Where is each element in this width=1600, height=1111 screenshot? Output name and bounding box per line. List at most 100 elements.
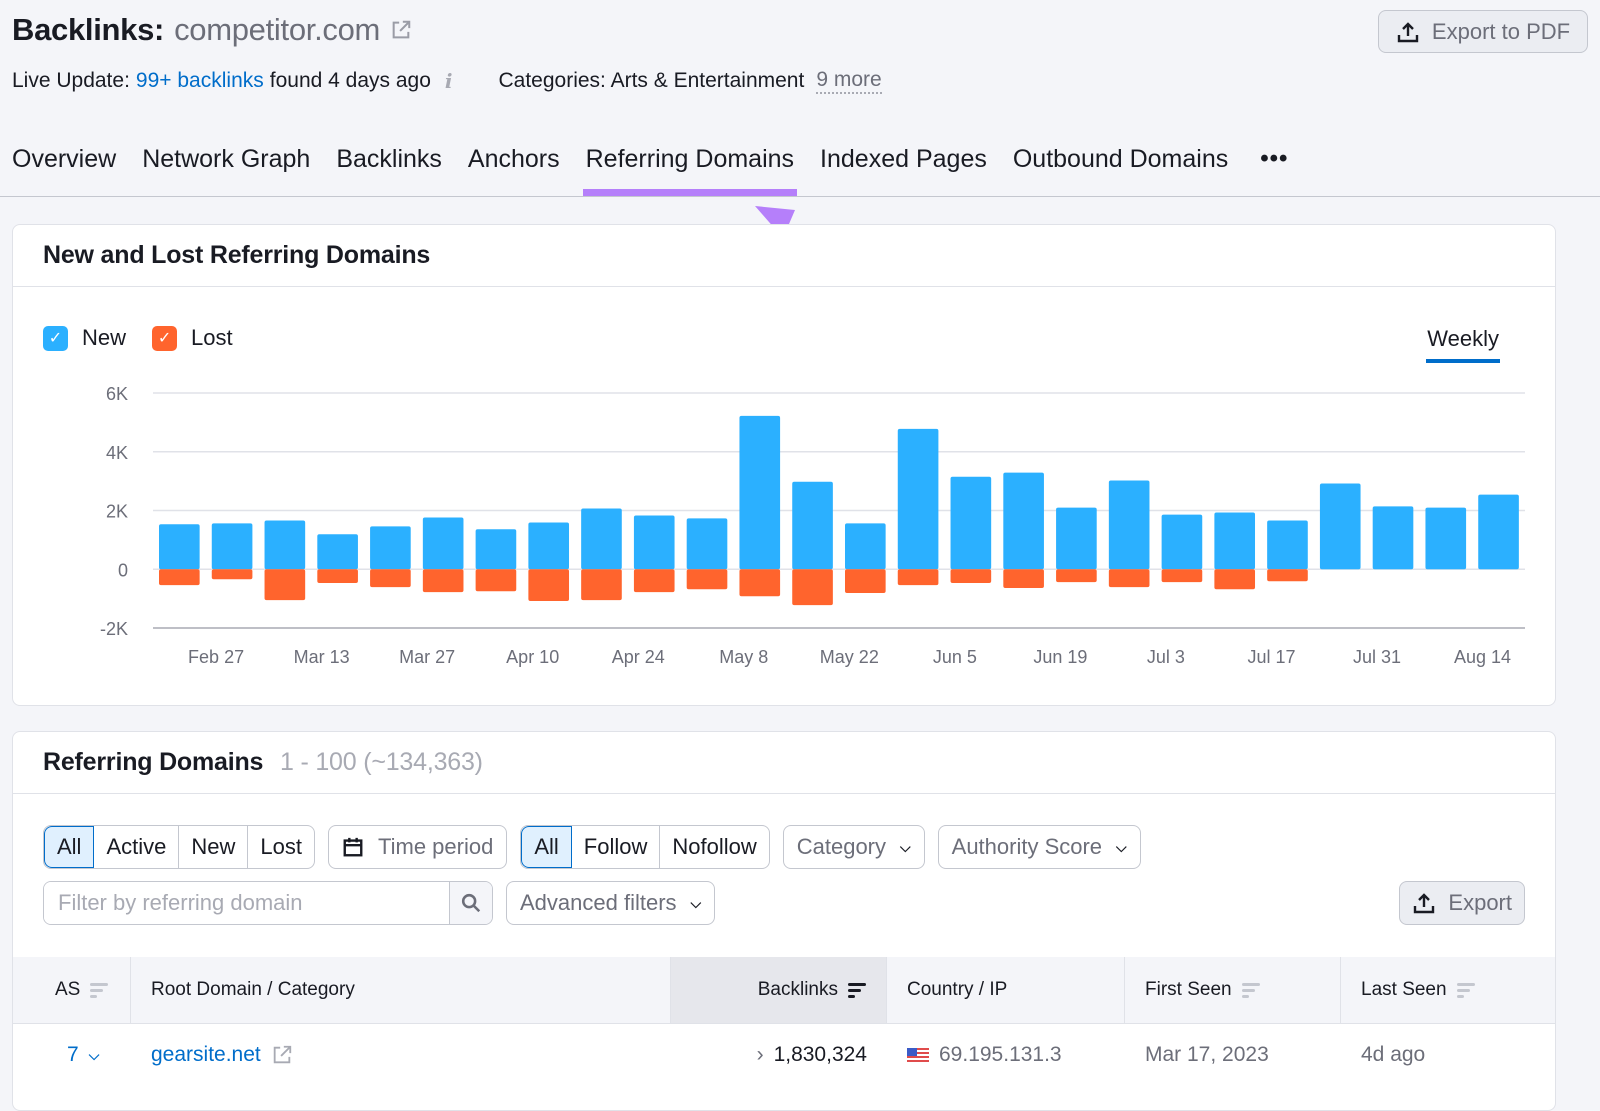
last-seen-cell: 4d ago bbox=[1361, 1043, 1426, 1066]
new-bar bbox=[581, 508, 622, 570]
sort-icon[interactable] bbox=[1241, 982, 1260, 998]
chevron-right-icon[interactable]: › bbox=[757, 1043, 764, 1067]
period-weekly-tab[interactable]: Weekly bbox=[1426, 326, 1500, 363]
as-value: 7 bbox=[67, 1043, 79, 1066]
new-bar bbox=[1267, 520, 1308, 570]
nofollow-button[interactable]: Nofollow bbox=[660, 826, 768, 868]
new-bar bbox=[1056, 507, 1097, 570]
live-update-link[interactable]: 99+ backlinks bbox=[136, 69, 264, 93]
target-domain: competitor.com bbox=[174, 12, 381, 47]
search-icon bbox=[461, 893, 481, 913]
x-tick-label: Feb 27 bbox=[188, 647, 244, 667]
lost-bar bbox=[264, 569, 306, 601]
new-bar bbox=[845, 523, 886, 570]
advanced-filters-label: Advanced filters bbox=[520, 890, 677, 915]
external-link-icon[interactable] bbox=[390, 19, 412, 41]
country-ip-cell: 69.195.131.3 bbox=[887, 1043, 1125, 1067]
lost-bar bbox=[739, 569, 781, 597]
follow-filter: All Follow Nofollow bbox=[520, 825, 770, 869]
title-prefix: Backlinks: bbox=[12, 12, 165, 47]
domains-card-title: Referring Domains 1 - 100 (~134,363) bbox=[13, 732, 1555, 794]
legend-lost-label: Lost bbox=[191, 325, 233, 350]
x-tick-label: Jun 19 bbox=[1033, 647, 1087, 667]
lost-bar bbox=[159, 569, 200, 586]
x-tick-label: Jul 31 bbox=[1353, 647, 1401, 667]
domain-filter-input[interactable] bbox=[44, 882, 449, 924]
new-bar bbox=[475, 529, 517, 570]
new-bar bbox=[686, 518, 728, 570]
x-tick-label: Aug 14 bbox=[1454, 647, 1511, 667]
checkbox-lost-icon[interactable]: ✓ bbox=[152, 325, 178, 351]
column-root-domain-label: Root Domain / Category bbox=[151, 979, 355, 1000]
checkbox-new-icon[interactable]: ✓ bbox=[43, 325, 68, 351]
column-backlinks[interactable]: Backlinks bbox=[671, 957, 887, 1023]
lost-bar bbox=[581, 569, 622, 601]
y-tick-label: 2K bbox=[106, 502, 128, 522]
lost-bar bbox=[1161, 569, 1203, 583]
search-row: Advanced filters ⌵ bbox=[43, 881, 716, 925]
tab-referring-domains[interactable]: Referring Domains bbox=[582, 145, 798, 196]
y-tick-label: -2K bbox=[100, 619, 128, 639]
sort-icon[interactable] bbox=[1456, 982, 1475, 998]
new-bar bbox=[211, 523, 253, 570]
export-button[interactable]: Export bbox=[1399, 881, 1525, 925]
more-tabs-button[interactable]: ••• bbox=[1260, 145, 1288, 184]
authority-score-dropdown[interactable]: Authority Score ⌵ bbox=[937, 825, 1141, 869]
column-last-seen[interactable]: Last Seen bbox=[1341, 957, 1555, 1023]
external-link-icon[interactable] bbox=[271, 1044, 293, 1066]
chevron-down-icon: ⌵ bbox=[900, 838, 911, 855]
advanced-filters-dropdown[interactable]: Advanced filters ⌵ bbox=[506, 881, 716, 925]
column-as[interactable]: AS bbox=[13, 957, 131, 1023]
x-tick-label: Apr 10 bbox=[506, 647, 559, 667]
new-bar bbox=[1214, 512, 1256, 570]
tab-anchors[interactable]: Anchors bbox=[468, 145, 560, 184]
sort-active-icon[interactable] bbox=[848, 982, 866, 998]
lost-bar bbox=[686, 569, 728, 590]
new-bar bbox=[370, 526, 411, 570]
column-first-seen[interactable]: First Seen bbox=[1125, 957, 1341, 1023]
page-title: Backlinks: competitor.com bbox=[12, 12, 412, 48]
column-root-domain: Root Domain / Category bbox=[131, 957, 671, 1023]
search-button[interactable] bbox=[449, 882, 492, 924]
tab-network-graph[interactable]: Network Graph bbox=[142, 145, 310, 184]
column-first-seen-label: First Seen bbox=[1145, 979, 1232, 1000]
lost-bar bbox=[1214, 569, 1256, 590]
status-new-button[interactable]: New bbox=[179, 826, 249, 868]
y-tick-label: 6K bbox=[106, 384, 128, 404]
us-flag-icon bbox=[907, 1047, 929, 1063]
tab-backlinks[interactable]: Backlinks bbox=[336, 145, 442, 184]
legend-item-new[interactable]: ✓ New bbox=[43, 325, 126, 351]
tab-overview[interactable]: Overview bbox=[12, 145, 116, 184]
new-lost-chart-card: New and Lost Referring Domains ✓ New ✓ L… bbox=[12, 224, 1556, 706]
status-all-button[interactable]: All bbox=[44, 826, 95, 868]
time-period-button[interactable]: Time period bbox=[327, 825, 508, 869]
status-lost-button[interactable]: Lost bbox=[248, 826, 314, 868]
follow-all-button[interactable]: All bbox=[521, 826, 572, 868]
follow-button[interactable]: Follow bbox=[572, 826, 661, 868]
lost-bar bbox=[422, 569, 464, 593]
backlinks-value[interactable]: 1,830,324 bbox=[774, 1043, 867, 1067]
page-header: Backlinks: competitor.com bbox=[12, 12, 412, 48]
x-tick-label: May 8 bbox=[719, 647, 768, 667]
category-dropdown[interactable]: Category ⌵ bbox=[782, 825, 925, 869]
new-bar bbox=[1161, 514, 1203, 570]
as-score[interactable]: 7 ⌵ bbox=[13, 1043, 131, 1067]
status-active-button[interactable]: Active bbox=[94, 826, 180, 868]
info-icon[interactable]: i bbox=[445, 69, 453, 93]
export-to-pdf-button[interactable]: Export to PDF bbox=[1378, 10, 1588, 53]
categories-more-link[interactable]: 9 more bbox=[816, 68, 882, 94]
x-tick-label: Jun 5 bbox=[933, 647, 977, 667]
time-period-label: Time period bbox=[377, 834, 494, 859]
tab-outbound-domains[interactable]: Outbound Domains bbox=[1013, 145, 1228, 184]
tab-indexed-pages[interactable]: Indexed Pages bbox=[820, 145, 987, 184]
table-row: 7 ⌵ gearsite.net › 1,830,324 69.195.131.… bbox=[13, 1025, 1555, 1085]
lost-bar bbox=[897, 569, 939, 586]
lost-bar bbox=[950, 569, 992, 584]
chevron-down-icon[interactable]: ⌵ bbox=[89, 1047, 100, 1064]
lost-bar bbox=[1267, 569, 1308, 582]
domain-link[interactable]: gearsite.net bbox=[151, 1043, 261, 1067]
legend-item-lost[interactable]: ✓ Lost bbox=[152, 325, 233, 351]
sort-icon[interactable] bbox=[90, 982, 109, 998]
referring-domains-card: Referring Domains 1 - 100 (~134,363) All… bbox=[12, 731, 1556, 1111]
new-bar bbox=[264, 520, 306, 570]
